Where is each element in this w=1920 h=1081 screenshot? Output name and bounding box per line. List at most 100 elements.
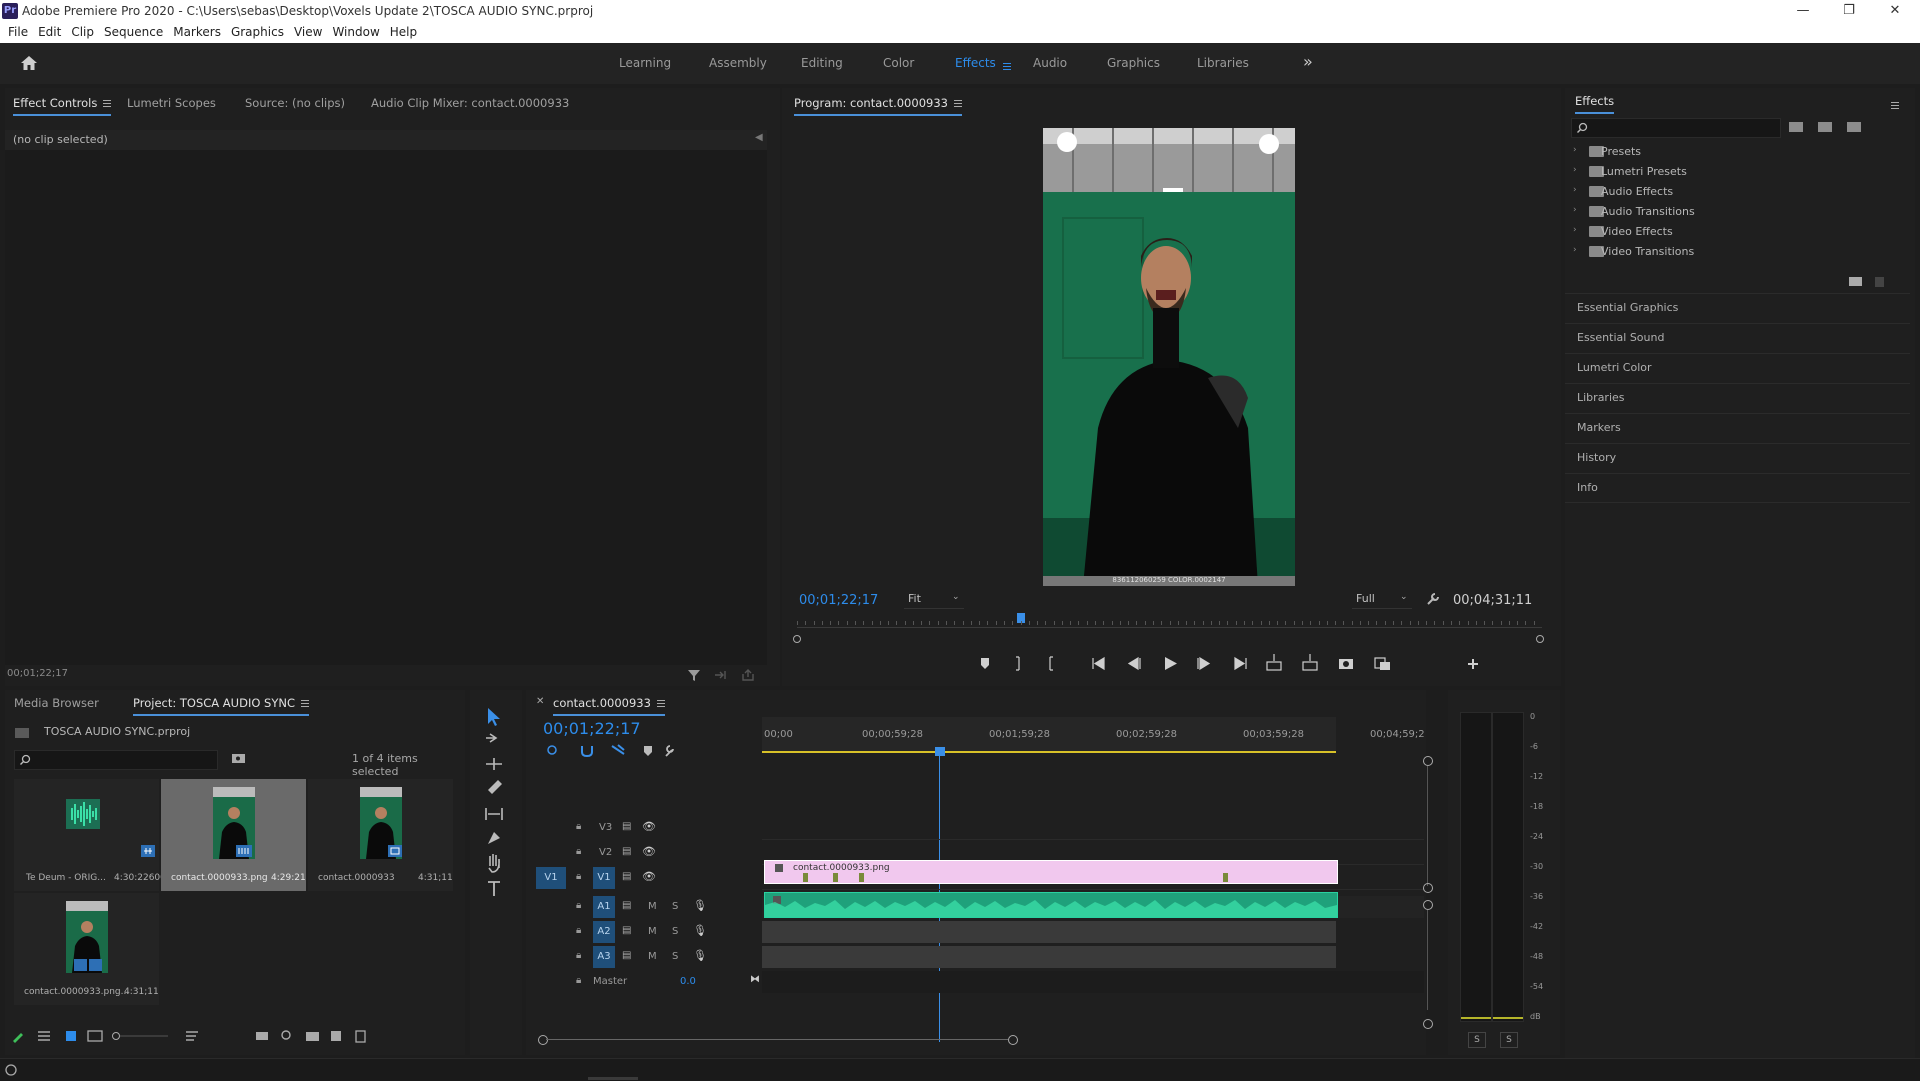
- source-patch-v1[interactable]: V1: [536, 867, 566, 889]
- tab-source[interactable]: Source: (no clips): [245, 96, 345, 110]
- tab-sequence[interactable]: contact.0000933: [553, 696, 665, 716]
- tab-audio-clip-mixer[interactable]: Audio Clip Mixer: contact.0000933: [371, 96, 569, 110]
- clip-marker[interactable]: [859, 873, 864, 882]
- go-to-end-icon[interactable]: ⧓: [750, 974, 760, 985]
- workspace-audio[interactable]: Audio: [1033, 56, 1067, 70]
- master-volume[interactable]: 0.0: [680, 976, 696, 987]
- tab-project[interactable]: Project: TOSCA AUDIO SYNC: [133, 696, 309, 716]
- step-back-icon[interactable]: [1127, 656, 1141, 671]
- track-target-a1[interactable]: A1: [593, 896, 615, 918]
- sync-lock-icon[interactable]: ▤: [622, 846, 631, 857]
- menu-markers[interactable]: Markers: [168, 22, 226, 43]
- pen-icon[interactable]: [488, 832, 500, 844]
- section-info[interactable]: Info: [1565, 473, 1910, 503]
- microphone-icon[interactable]: 🎙︎: [693, 899, 707, 912]
- menu-file[interactable]: File: [3, 22, 33, 43]
- sync-lock-icon[interactable]: ▤: [622, 950, 631, 961]
- menu-window[interactable]: Window: [327, 22, 384, 43]
- eye-icon[interactable]: 👁︎: [642, 870, 656, 883]
- sync-lock-icon[interactable]: ▤: [622, 925, 631, 936]
- menu-sequence[interactable]: Sequence: [99, 22, 168, 43]
- export-frame-icon[interactable]: [1339, 659, 1353, 669]
- program-scrub-bar[interactable]: [797, 613, 1542, 628]
- 32bit-effects-icon[interactable]: [1818, 122, 1832, 132]
- audio-clip[interactable]: [764, 892, 1338, 918]
- solo-right-button[interactable]: S: [1500, 1032, 1518, 1048]
- find-bin-icon[interactable]: [231, 751, 247, 765]
- lock-icon[interactable]: 🔒︎: [576, 821, 581, 832]
- menu-graphics[interactable]: Graphics: [226, 22, 289, 43]
- timeline-timecode[interactable]: 00;01;22;17: [543, 719, 641, 738]
- workspace-learning[interactable]: Learning: [619, 56, 671, 70]
- mute-button[interactable]: M: [648, 951, 657, 962]
- tree-item-audio-effects[interactable]: › Audio Effects: [1565, 182, 1910, 202]
- section-libraries[interactable]: Libraries: [1565, 383, 1910, 412]
- eye-icon[interactable]: 👁︎: [642, 820, 656, 833]
- icon-view-icon[interactable]: [66, 1031, 76, 1041]
- menu-edit[interactable]: Edit: [33, 22, 66, 43]
- minimize-button[interactable]: —: [1780, 0, 1826, 22]
- clip-marker[interactable]: [803, 873, 808, 882]
- lock-icon[interactable]: 🔒︎: [576, 871, 581, 882]
- sync-lock-icon[interactable]: ▤: [622, 871, 631, 882]
- tree-item-audio-transitions[interactable]: › Audio Transitions: [1565, 202, 1910, 222]
- tab-media-browser[interactable]: Media Browser: [14, 696, 99, 710]
- list-view-icon[interactable]: [38, 1031, 50, 1041]
- mark-out-icon[interactable]: [1049, 656, 1053, 671]
- go-to-in-icon[interactable]: [1092, 656, 1105, 671]
- hand-icon[interactable]: [488, 854, 500, 873]
- section-history[interactable]: History: [1565, 443, 1910, 472]
- go-to-out-icon[interactable]: [1234, 656, 1247, 671]
- menu-clip[interactable]: Clip: [66, 22, 99, 43]
- new-bin-icon[interactable]: [306, 1032, 319, 1041]
- step-forward-icon[interactable]: [1197, 656, 1211, 671]
- extract-icon[interactable]: [1302, 654, 1318, 671]
- add-marker-icon[interactable]: [981, 658, 989, 669]
- clip-marker[interactable]: [833, 873, 838, 882]
- horizontal-scroll-right[interactable]: [1008, 1035, 1018, 1045]
- workspace-assembly[interactable]: Assembly: [709, 56, 767, 70]
- zoom-slider[interactable]: [112, 1032, 169, 1040]
- project-item-png-selected[interactable]: contact.0000933.png 4:29:21: [161, 779, 306, 891]
- snap-icon[interactable]: [581, 746, 593, 758]
- project-item-audio[interactable]: Te Deum - ORIG... 4:30:22600: [14, 779, 166, 891]
- lock-icon[interactable]: 🔒︎: [576, 900, 581, 911]
- solo-button[interactable]: S: [672, 926, 678, 937]
- play-icon[interactable]: [1165, 657, 1177, 670]
- selection-tool-icon[interactable]: [488, 708, 500, 726]
- section-lumetri-color[interactable]: Lumetri Color: [1565, 353, 1910, 382]
- accelerated-effects-icon[interactable]: [1789, 122, 1803, 132]
- sync-lock-icon[interactable]: ▤: [622, 900, 631, 911]
- home-icon[interactable]: [20, 54, 38, 72]
- horizontal-scrollbar[interactable]: [546, 1039, 1008, 1040]
- collapse-arrow-icon[interactable]: ◀: [755, 132, 763, 143]
- new-bin-icon[interactable]: [1849, 277, 1862, 286]
- mark-in-icon[interactable]: [1016, 656, 1020, 671]
- export-icon[interactable]: [713, 668, 727, 682]
- wrench-icon[interactable]: [1426, 592, 1440, 606]
- yuv-effects-icon[interactable]: [1847, 122, 1861, 132]
- nest-icon[interactable]: [547, 745, 557, 755]
- menu-help[interactable]: Help: [385, 22, 422, 43]
- clip-marker[interactable]: [1223, 873, 1228, 882]
- tree-item-presets[interactable]: › Presets: [1565, 142, 1910, 162]
- audio-scrollbar[interactable]: [1427, 910, 1428, 1010]
- vertical-scrollbar[interactable]: [1427, 766, 1428, 886]
- tab-effect-controls[interactable]: Effect Controls: [13, 96, 112, 116]
- effects-menu-icon[interactable]: [1891, 98, 1899, 112]
- tab-lumetri-scopes[interactable]: Lumetri Scopes: [127, 96, 216, 110]
- menu-view[interactable]: View: [289, 22, 327, 43]
- solo-button[interactable]: S: [672, 901, 678, 912]
- restore-button[interactable]: ❐: [1826, 0, 1872, 22]
- pencil-icon[interactable]: [13, 1033, 23, 1043]
- tree-item-video-effects[interactable]: › Video Effects: [1565, 222, 1910, 242]
- audio-scroll-handle-bottom[interactable]: [1423, 1019, 1433, 1029]
- section-essential-sound[interactable]: Essential Sound: [1565, 323, 1910, 352]
- timeline-playhead[interactable]: [935, 747, 945, 756]
- add-marker-icon[interactable]: [644, 746, 652, 756]
- button-editor-icon[interactable]: [1468, 659, 1478, 669]
- microphone-icon[interactable]: 🎙︎: [693, 924, 707, 937]
- workspace-color[interactable]: Color: [883, 56, 914, 70]
- share-icon[interactable]: [741, 668, 755, 682]
- section-markers[interactable]: Markers: [1565, 413, 1910, 442]
